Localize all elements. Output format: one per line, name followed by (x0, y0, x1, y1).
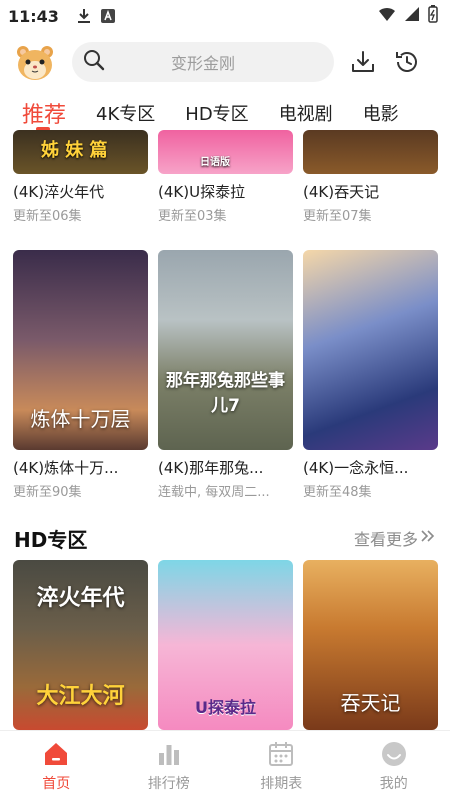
bottom-navigation: 首页 排行榜 排期表 我的 (0, 730, 450, 800)
video-title: (4K)淬火年代 (13, 183, 105, 201)
tab-label: HD专区 (185, 104, 249, 125)
video-card[interactable]: U探泰拉 (158, 560, 293, 730)
video-poster: 吞天记 (303, 560, 438, 730)
smiley-profile-icon (379, 739, 409, 769)
battery-icon (428, 5, 438, 27)
double-chevron-right-icon (420, 528, 436, 548)
video-update-status: 更新至06集 (13, 209, 82, 224)
video-title: (4K)吞天记 (303, 183, 380, 201)
tab-label: 推荐 (22, 103, 67, 128)
download-icon[interactable] (348, 47, 378, 77)
bar-chart-icon (154, 739, 184, 769)
poster-text: 炼体十万层 (30, 407, 131, 431)
tab-4k[interactable]: 4K专区 (96, 100, 155, 126)
home-icon (41, 739, 71, 769)
tab-tv-series[interactable]: 电视剧 (279, 100, 333, 126)
nav-home[interactable]: 首页 (0, 731, 113, 800)
video-poster: U探泰拉 (158, 560, 293, 730)
cellular-icon (404, 6, 420, 26)
video-card[interactable]: 那年那兔那些事儿7 (4K)那年那兔... 连载中, 每双周二... (158, 250, 293, 500)
top-header: 变形金刚 (0, 36, 450, 88)
video-update-status: 更新至07集 (303, 209, 372, 224)
video-card[interactable]: 吞天记 (303, 560, 438, 730)
nav-label: 排行榜 (147, 775, 190, 792)
video-card[interactable]: 炼体十万层 (4K)炼体十万... 更新至90集 (13, 250, 148, 500)
app-notification-icon (100, 9, 115, 23)
search-placeholder: 变形金刚 (170, 54, 235, 73)
poster-text: 姊 妹 篇 (41, 140, 108, 161)
video-card[interactable]: 日语版 (4K)U探泰拉 更新至03集 (158, 130, 293, 224)
search-icon (82, 48, 106, 76)
poster-text: 日语版 (200, 157, 230, 168)
view-more-label: 查看更多 (353, 530, 418, 549)
video-poster (303, 250, 438, 450)
video-title: (4K)U探泰拉 (158, 183, 246, 201)
download-status-icon (77, 8, 91, 24)
nav-label: 排期表 (260, 775, 303, 792)
nav-label: 我的 (379, 775, 408, 792)
video-poster: 淬火年代 大江大河 (13, 560, 148, 730)
tab-recommend[interactable]: 推荐 (22, 97, 67, 131)
history-icon[interactable] (392, 47, 422, 77)
calendar-icon (266, 739, 296, 769)
tab-label: 电视剧 (278, 104, 333, 125)
video-card[interactable]: 姊 妹 篇 (4K)淬火年代 更新至06集 (13, 130, 148, 224)
poster-text-secondary: 大江大河 (36, 684, 125, 709)
app-screen: 11:43 变形金刚 推荐 4K专区 HD专区 电视剧 电影 姊 妹 篇 (4K… (0, 0, 450, 800)
poster-text: 那年那兔那些事儿7 (166, 371, 285, 416)
video-update-status: 更新至90集 (13, 485, 82, 500)
nav-ranking[interactable]: 排行榜 (113, 731, 226, 800)
video-card[interactable]: 淬火年代 大江大河 (13, 560, 148, 730)
video-update-status: 更新至03集 (158, 209, 227, 224)
tab-label: 4K专区 (96, 104, 156, 125)
video-card[interactable]: (4K)一念永恒... 更新至48集 (303, 250, 438, 500)
status-bar: 11:43 (0, 0, 450, 32)
search-bar[interactable]: 变形金刚 (72, 42, 334, 82)
tab-movies[interactable]: 电影 (363, 100, 399, 126)
status-right-icons (378, 5, 438, 27)
category-tabs: 推荐 4K专区 HD专区 电视剧 电影 (0, 92, 450, 134)
video-poster: 姊 妹 篇 (13, 130, 148, 174)
nav-schedule[interactable]: 排期表 (225, 731, 338, 800)
poster-text: U探泰拉 (195, 698, 256, 717)
content-feed[interactable]: 姊 妹 篇 (4K)淬火年代 更新至06集 日语版 (4K)U探泰拉 更新至03… (0, 130, 450, 730)
video-poster (303, 130, 438, 174)
video-update-status: 连载中, 每双周二... (158, 485, 270, 500)
poster-text: 吞天记 (340, 691, 401, 715)
nav-profile[interactable]: 我的 (338, 731, 450, 800)
video-title: (4K)炼体十万... (13, 459, 119, 477)
signal-icon (378, 6, 396, 26)
video-card[interactable]: (4K)吞天记 更新至07集 (303, 130, 438, 224)
hd-section-header: HD专区 查看更多 (0, 522, 450, 554)
view-more-link[interactable]: 查看更多 (354, 526, 436, 550)
tab-label: 电影 (362, 104, 399, 125)
video-poster: 炼体十万层 (13, 250, 148, 450)
video-poster: 那年那兔那些事儿7 (158, 250, 293, 450)
hamster-logo-avatar[interactable] (14, 41, 56, 83)
poster-text: 淬火年代 (36, 586, 125, 611)
video-update-status: 更新至48集 (303, 485, 372, 500)
section-title: HD专区 (14, 527, 88, 552)
tab-hd[interactable]: HD专区 (185, 100, 248, 126)
status-time: 11:43 (8, 6, 59, 26)
nav-label: 首页 (42, 775, 71, 792)
video-title: (4K)那年那兔... (158, 459, 264, 477)
video-poster: 日语版 (158, 130, 293, 174)
video-title: (4K)一念永恒... (303, 459, 409, 477)
